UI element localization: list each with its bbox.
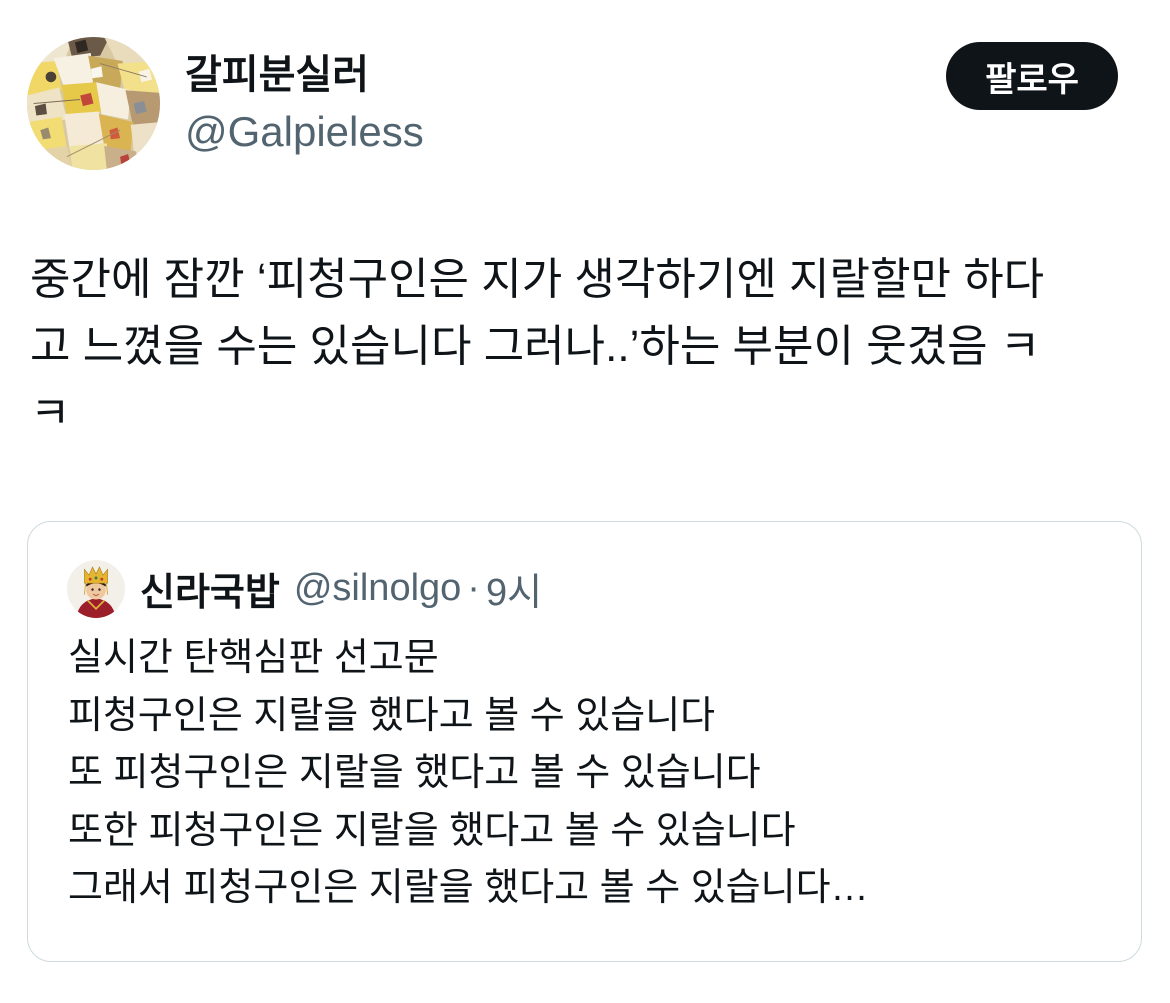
quoted-tweet-text: 실시간 탄핵심판 선고문 피청구인은 지랄을 했다고 볼 수 있습니다 또 피청… xyxy=(68,630,869,918)
author-handle[interactable]: @Galpieless xyxy=(185,104,424,160)
quoted-tweet-header: 신라국밥 @silnolgo · 9시 xyxy=(140,562,542,614)
quoted-tweet-timestamp: 9시 xyxy=(485,571,543,614)
profile-avatar[interactable] xyxy=(27,37,160,170)
quoted-author-display-name: 신라국밥 xyxy=(140,571,280,614)
tweet-text-line: 중간에 잠깐 ‘피청구인은 지가 생각하기엔 지랄할만 하다 xyxy=(30,255,1045,304)
tweet-text-line: ㅋ xyxy=(30,389,71,438)
quoted-tweet-text-line: 또 피청구인은 지랄을 했다고 볼 수 있습니다 xyxy=(68,752,761,794)
quoted-tweet-text-line: 그래서 피청구인은 지랄을 했다고 볼 수 있습니다… xyxy=(68,867,869,909)
header-separator: · xyxy=(467,566,480,609)
quoted-tweet-card[interactable]: 신라국밥 @silnolgo · 9시 실시간 탄핵심판 선고문 피청구인은 지… xyxy=(27,521,1142,962)
quoted-author-avatar-image xyxy=(67,560,125,618)
quoted-tweet-text-line: 실시간 탄핵심판 선고문 xyxy=(68,637,439,679)
quoted-author-avatar xyxy=(67,560,125,618)
quoted-author-handle: @silnolgo xyxy=(293,566,462,609)
quoted-tweet-text-line: 피청구인은 지랄을 했다고 볼 수 있습니다 xyxy=(68,694,716,737)
tweet-text-line: 고 느꼈을 수는 있습니다 그러나..’하는 부분이 웃겼음 ㅋ xyxy=(30,322,1041,371)
author-display-name[interactable]: 갈피분실러 xyxy=(185,47,369,103)
profile-avatar-image xyxy=(27,37,160,170)
tweet-text: 중간에 잠깐 ‘피청구인은 지가 생각하기엔 지랄할만 하다 고 느꼈을 수는 … xyxy=(30,246,1044,447)
quoted-tweet-text-line: 또한 피청구인은 지랄을 했다고 볼 수 있습니다 xyxy=(68,809,796,852)
follow-button[interactable]: 팔로우 xyxy=(946,42,1118,110)
